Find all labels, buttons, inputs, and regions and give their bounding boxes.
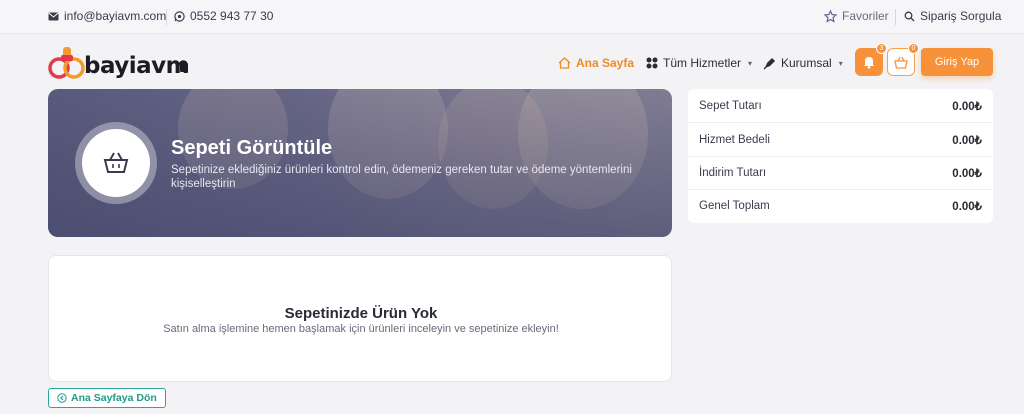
summary-label: Hizmet Bedeli (699, 133, 770, 146)
circle-arrow-left-icon (57, 393, 67, 403)
favorites-label: Favoriler (842, 9, 889, 23)
divider (895, 9, 896, 25)
search-icon (904, 11, 915, 21)
logo[interactable]: bayiavm (48, 43, 190, 83)
summary-value: 0.00₺ (952, 100, 982, 113)
notifications-button[interactable]: 3 (855, 43, 887, 76)
notification-count-badge: 3 (876, 43, 887, 54)
empty-cart-subtitle: Satın alma işlemine hemen başlamak için … (163, 323, 559, 335)
nav-corporate-label: Kurumsal (781, 56, 832, 70)
grid-icon (646, 57, 658, 69)
cart-count-badge: 0 (908, 43, 919, 54)
back-to-home-button[interactable]: Ana Sayfaya Dön (48, 388, 166, 408)
chevron-down-icon: ▾ (838, 58, 843, 68)
logo-mark-icon (48, 47, 85, 79)
summary-row: Sepet Tutarı 0.00₺ (688, 89, 993, 123)
nav-home[interactable]: Ana Sayfa (558, 56, 634, 70)
page-subtitle: Sepetinize eklediğiniz ürünleri kontrol … (171, 164, 632, 190)
order-query-link[interactable]: Sipariş Sorgula (904, 9, 1001, 23)
cart-button[interactable]: 0 (887, 43, 919, 76)
divider (166, 9, 167, 25)
star-icon (824, 9, 837, 23)
logo-text: bayiavm (84, 53, 190, 79)
summary-row: İndirim Tutarı 0.00₺ (688, 156, 993, 190)
email-text: info@bayiavm.com (64, 9, 167, 23)
summary-value: 0.00₺ (952, 134, 982, 147)
summary-label: Sepet Tutarı (699, 99, 762, 112)
login-button[interactable]: Giriş Yap (921, 48, 993, 76)
basket-icon (894, 56, 908, 69)
hero-icon-circle (82, 129, 150, 197)
contact-phone[interactable]: 0552 943 77 30 (174, 9, 273, 23)
contact-email[interactable]: info@bayiavm.com (48, 9, 166, 23)
empty-cart-panel: Sepetinizde Ürün Yok Satın alma işlemine… (48, 255, 672, 382)
nav-home-label: Ana Sayfa (576, 56, 635, 70)
mail-icon (48, 12, 59, 20)
main-header: bayiavm Ana Sayfa Tüm Hizmetler ▾ Kurums… (0, 35, 1024, 89)
nav-services-label: Tüm Hizmetler (663, 56, 742, 70)
nav-services[interactable]: Tüm Hizmetler ▾ (646, 56, 752, 70)
summary-row: Genel Toplam 0.00₺ (688, 189, 993, 223)
logo-tag (180, 63, 188, 72)
order-summary: Sepet Tutarı 0.00₺ Hizmet Bedeli 0.00₺ İ… (688, 89, 993, 223)
top-bar: info@bayiavm.com 0552 943 77 30 Favorile… (0, 0, 1024, 34)
basket-icon (103, 152, 129, 173)
nav-corporate[interactable]: Kurumsal ▾ (763, 56, 843, 70)
page-title: Sepeti Görüntüle (171, 137, 333, 159)
order-query-label: Sipariş Sorgula (920, 9, 1002, 23)
chevron-down-icon: ▾ (748, 58, 753, 68)
summary-row: Hizmet Bedeli 0.00₺ (688, 123, 993, 157)
summary-label: Genel Toplam (699, 200, 770, 212)
summary-value: 0.00₺ (952, 201, 982, 213)
pen-icon (763, 57, 775, 69)
hero-banner: Sepeti Görüntüle Sepetinize eklediğiniz … (48, 89, 672, 237)
home-icon (558, 57, 571, 69)
favorites-link[interactable]: Favoriler (824, 9, 889, 23)
summary-label: İndirim Tutarı (699, 166, 767, 179)
phone-text: 0552 943 77 30 (190, 9, 274, 23)
empty-cart-title: Sepetinizde Ürün Yok (284, 305, 438, 322)
summary-value: 0.00₺ (952, 167, 982, 180)
back-to-home-label: Ana Sayfaya Dön (71, 392, 157, 404)
bell-icon (863, 57, 875, 69)
whatsapp-icon (174, 10, 185, 22)
